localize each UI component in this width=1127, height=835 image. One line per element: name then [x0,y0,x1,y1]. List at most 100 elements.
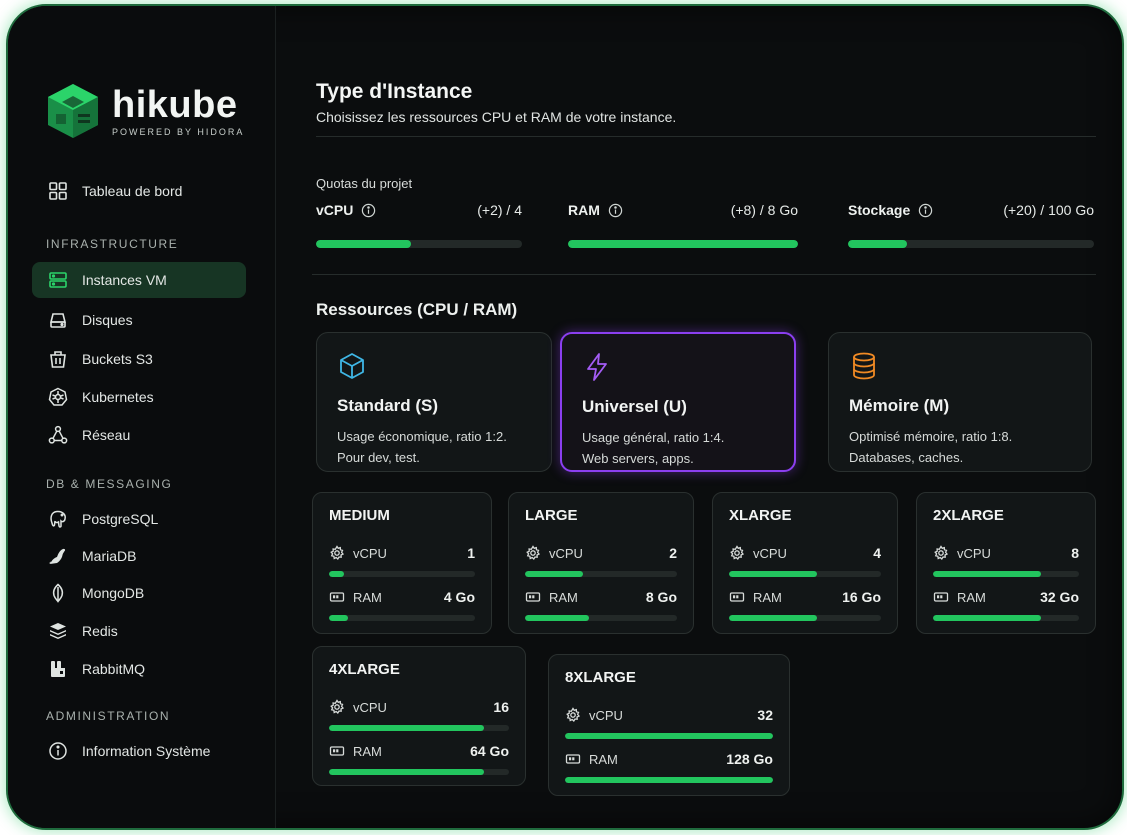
size-card-8xlarge[interactable]: 8XLARGE vCPU 32 RAM 128 Go [548,654,790,796]
ram-bar [565,777,773,783]
quota-bar [568,240,798,248]
sidebar-item-buckets-s3[interactable]: Buckets S3 [32,341,246,377]
ram-bar-fill [525,615,589,621]
vcpu-value: 4 [873,545,881,561]
seal-icon [49,548,66,564]
memory-icon [329,592,345,602]
sidebar-item-mariadb[interactable]: MariaDB [32,538,246,574]
sidebar-item-information-systeme[interactable]: Information Système [32,733,246,769]
quota-bar-fill [316,240,411,248]
family-description: Usage général, ratio 1:4. [582,430,725,445]
sidebar-item-label: Tableau de bord [82,183,183,199]
vcpu-value: 2 [669,545,677,561]
sidebar-item-label: Instances VM [82,272,167,288]
memory-icon [329,746,345,756]
sidebar-item-dashboard[interactable]: Tableau de bord [32,173,246,209]
family-card-standard[interactable]: Standard (S) Usage économique, ratio 1:2… [316,332,552,472]
brand-tagline: POWERED BY HIDORA [112,127,245,137]
quota-vcpu: vCPU (+2) / 4 [316,202,522,252]
ram-bar [329,769,509,775]
quota-label: vCPU [316,202,354,218]
ram-label: RAM [549,589,578,605]
family-description: Usage économique, ratio 1:2. [337,429,507,444]
family-card-memoire[interactable]: Mémoire (M) Optimisé mémoire, ratio 1:8.… [828,332,1092,472]
size-card-medium[interactable]: MEDIUM vCPU 1 RAM 4 Go [312,492,492,634]
server-icon [49,272,67,288]
size-name: 2XLARGE [933,507,1004,524]
sidebar-item-kubernetes[interactable]: Kubernetes [32,379,246,415]
ram-bar [729,615,881,621]
ram-value: 8 Go [645,589,677,605]
memory-icon [525,592,541,602]
memory-icon [565,754,581,764]
vcpu-label: vCPU [957,545,991,561]
ram-row: RAM 64 Go [329,741,509,761]
network-icon [48,425,68,444]
bucket-icon [50,351,66,368]
hikube-logo-icon [48,84,98,138]
size-card-4xlarge[interactable]: 4XLARGE vCPU 16 RAM 64 Go [312,646,526,786]
ram-label: RAM [753,589,782,605]
family-description: Web servers, apps. [582,451,694,466]
sidebar-item-rabbitmq[interactable]: RabbitMQ [32,651,246,687]
memory-icon [933,592,949,602]
vcpu-bar-fill [329,725,484,731]
rabbit-icon [51,661,65,677]
size-name: 8XLARGE [565,669,636,686]
sidebar-item-disques[interactable]: Disques [32,302,246,338]
sidebar-item-instances-vm[interactable]: Instances VM [32,262,246,298]
section-title-administration: ADMINISTRATION [46,709,171,723]
ram-value: 16 Go [842,589,881,605]
layers-icon [50,623,66,639]
size-name: XLARGE [729,507,792,524]
vcpu-bar [729,571,881,577]
kubernetes-icon [48,387,68,406]
ram-bar [933,615,1079,621]
section-title-infrastructure: INFRASTRUCTURE [46,237,179,251]
vcpu-bar-fill [933,571,1042,577]
quota-ram: RAM (+8) / 8 Go [568,202,798,252]
gear-icon [730,545,745,561]
ram-label: RAM [353,589,382,605]
ram-bar-fill [329,769,484,775]
leaf-icon [52,583,64,603]
app-window: hikube POWERED BY HIDORA Tableau de bord… [6,4,1124,830]
gear-icon [526,545,541,561]
size-card-xlarge[interactable]: XLARGE vCPU 4 RAM 16 Go [712,492,898,634]
grid-icon [49,182,67,200]
info-icon[interactable] [918,203,933,218]
vcpu-bar [933,571,1079,577]
brand-name: hikube [112,84,238,126]
quota-label: RAM [568,202,600,218]
sidebar-item-postgresql[interactable]: PostgreSQL [32,501,246,537]
sidebar-item-reseau[interactable]: Réseau [32,417,246,453]
brand-logo[interactable]: hikube POWERED BY HIDORA [42,80,244,142]
quota-value: (+8) / 8 Go [730,202,798,218]
quota-bar [848,240,1094,248]
vcpu-row: vCPU 8 [933,543,1079,563]
sidebar-item-redis[interactable]: Redis [32,613,246,649]
vcpu-label: vCPU [549,545,583,561]
vcpu-value: 1 [467,545,475,561]
info-icon[interactable] [608,203,623,218]
divider [312,274,1096,275]
info-icon [49,742,67,760]
quota-value: (+20) / 100 Go [1003,202,1094,218]
elephant-icon [50,510,66,528]
database-icon [853,352,875,380]
sidebar: hikube POWERED BY HIDORA Tableau de bord… [8,6,276,828]
ram-row: RAM 16 Go [729,587,881,607]
sidebar-item-label: Buckets S3 [82,351,153,367]
page-subtitle: Choisissez les ressources CPU et RAM de … [316,109,677,125]
gear-icon [934,545,949,561]
vcpu-row: vCPU 4 [729,543,881,563]
sidebar-item-label: Kubernetes [82,389,154,405]
family-card-universel[interactable]: Universel (U) Usage général, ratio 1:4. … [560,332,796,472]
size-card-2xlarge[interactable]: 2XLARGE vCPU 8 RAM 32 Go [916,492,1096,634]
ram-row: RAM 32 Go [933,587,1079,607]
info-icon[interactable] [361,203,376,218]
family-description: Pour dev, test. [337,450,420,465]
size-card-large[interactable]: LARGE vCPU 2 RAM 8 Go [508,492,694,634]
sidebar-item-mongodb[interactable]: MongoDB [32,575,246,611]
quota-bar-fill [848,240,908,248]
